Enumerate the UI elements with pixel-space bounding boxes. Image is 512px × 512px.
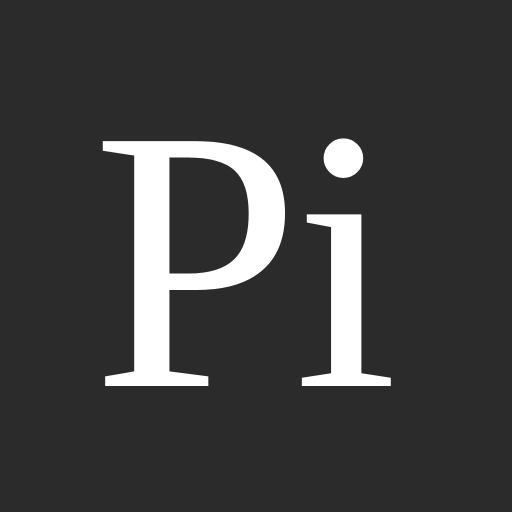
logo-wordmark: Pi: [92, 53, 399, 467]
app-icon-canvas: Pi: [0, 0, 512, 512]
logo-text: Pi: [92, 53, 393, 467]
